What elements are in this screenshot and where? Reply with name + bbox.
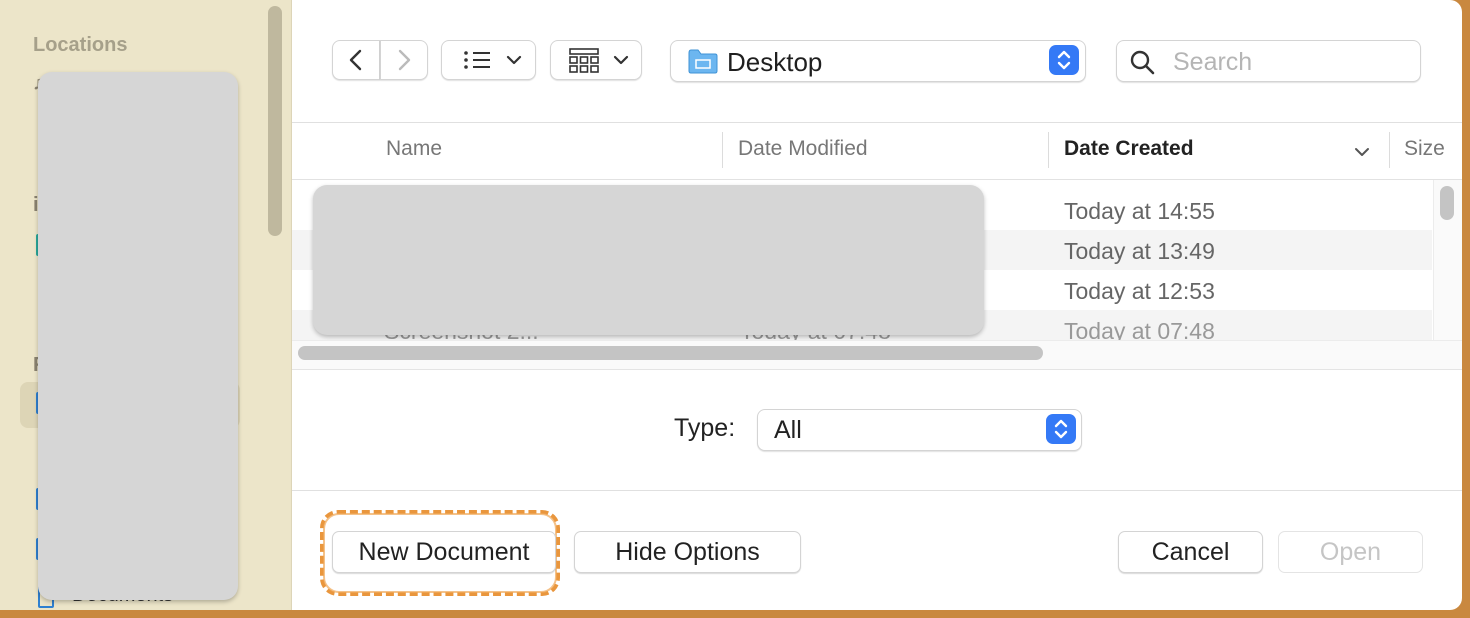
hide-options-button[interactable]: Hide Options — [574, 531, 801, 573]
grid-icon — [569, 48, 629, 73]
chevron-down-icon — [1355, 148, 1369, 156]
view-mode-list-button[interactable] — [441, 40, 536, 80]
column-separator[interactable] — [1389, 132, 1390, 168]
folder-icon — [688, 49, 718, 74]
cancel-button[interactable]: Cancel — [1118, 531, 1263, 573]
new-document-button[interactable]: New Document — [332, 531, 556, 573]
sidebar-heading-locations: Locations — [33, 34, 128, 56]
redacted-sidebar-items — [38, 72, 238, 600]
group-by-button[interactable] — [550, 40, 642, 80]
redacted-file-names — [313, 185, 984, 335]
type-value: All — [774, 416, 802, 444]
date-created-cell: Today at 12:53 — [1064, 278, 1215, 304]
type-popup[interactable]: All — [757, 409, 1082, 451]
column-separator[interactable] — [722, 132, 723, 168]
date-created-cell: Today at 14:55 — [1064, 198, 1215, 224]
open-dialog: Locations ♫ i F Documents — [0, 0, 1462, 610]
header-border — [292, 179, 1462, 180]
type-label: Type: — [674, 414, 736, 442]
open-button[interactable]: Open — [1278, 531, 1423, 573]
column-header-size[interactable]: Size — [1404, 137, 1445, 161]
chevron-left-icon — [349, 49, 362, 71]
search-icon — [1130, 50, 1155, 75]
vertical-scroll-thumb[interactable] — [1440, 186, 1454, 220]
updown-arrows-icon — [1046, 414, 1076, 444]
sidebar: Locations ♫ i F Documents — [0, 0, 292, 610]
location-label: Desktop — [727, 47, 823, 77]
search-input[interactable] — [1171, 45, 1415, 79]
list-icon — [464, 51, 522, 69]
search-field[interactable] — [1116, 40, 1421, 82]
date-created-cell: Today at 13:49 — [1064, 238, 1215, 264]
forward-button[interactable] — [380, 40, 428, 80]
chevron-right-icon — [398, 49, 411, 71]
horizontal-scroll-thumb[interactable] — [298, 346, 1043, 360]
date-created-cell: Today at 07:48 — [1064, 318, 1215, 340]
list-border — [292, 122, 1462, 123]
column-separator[interactable] — [1048, 132, 1049, 168]
back-button[interactable] — [332, 40, 380, 80]
location-popup[interactable]: Desktop — [670, 40, 1086, 82]
chevron-down-icon — [506, 55, 522, 65]
chevron-down-icon — [613, 55, 629, 65]
updown-arrows-icon — [1049, 45, 1079, 75]
sidebar-scrollbar[interactable] — [268, 6, 282, 236]
column-header-date-created[interactable]: Date Created — [1064, 137, 1194, 161]
options-border — [292, 490, 1462, 491]
column-header-name[interactable]: Name — [386, 137, 442, 161]
column-header-date-modified[interactable]: Date Modified — [738, 137, 868, 161]
